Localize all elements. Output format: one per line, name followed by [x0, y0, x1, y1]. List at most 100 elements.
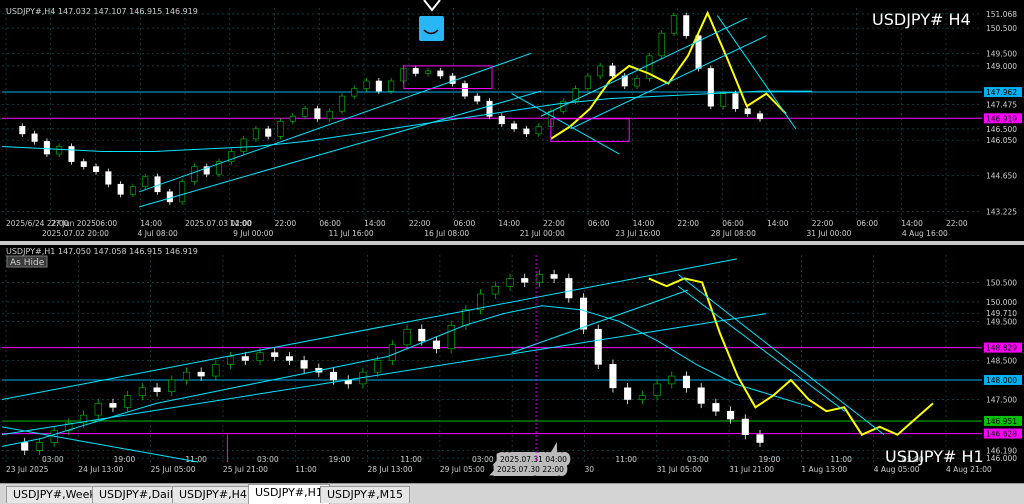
- candle: [609, 364, 617, 389]
- smile-icon[interactable]: [419, 16, 444, 41]
- price-label: 147.475: [986, 100, 1017, 109]
- candle: [93, 166, 100, 172]
- price-label: 143.225: [986, 207, 1017, 216]
- candle: [474, 95, 481, 102]
- x-tick-label: 11 Jul 16:00: [329, 229, 374, 238]
- candle: [511, 123, 518, 130]
- candle: [363, 80, 370, 89]
- candle: [285, 356, 293, 361]
- price-label: 146.050: [986, 136, 1017, 145]
- candle: [117, 183, 124, 195]
- x-tick-label: 11:00: [615, 455, 637, 464]
- x-tick-label: 21 Jul 00:00: [520, 229, 565, 238]
- x-tick-label: 22:00: [409, 219, 431, 228]
- x-tick-label: 03:00: [687, 455, 709, 464]
- candle: [658, 32, 665, 57]
- x-tick-label: 9 Jul 00:00: [233, 229, 273, 238]
- x-tick-label: 11:00: [830, 455, 852, 464]
- candle: [670, 15, 677, 34]
- candle: [535, 126, 542, 135]
- x-marker-label: 2025.07.31 04:00: [500, 455, 567, 464]
- candle: [609, 65, 616, 77]
- x-tick-label: 03:00: [472, 455, 494, 464]
- candle: [720, 93, 727, 107]
- x-tick-label: 22:00: [275, 219, 297, 228]
- x-tick-label: 1 Aug 13:00: [801, 465, 847, 474]
- price-label: 148.500: [986, 356, 1017, 365]
- candle: [584, 75, 591, 89]
- candle: [756, 113, 764, 120]
- x-tick-label: 06:00: [722, 219, 744, 228]
- x-tick-label: 23 Jul 2025: [6, 465, 49, 474]
- candle: [109, 403, 117, 408]
- x-tick-label: 03:00: [42, 455, 64, 464]
- candle: [579, 297, 588, 330]
- candle: [461, 83, 468, 97]
- candle: [634, 78, 641, 87]
- candle: [153, 387, 161, 392]
- candle: [506, 278, 514, 287]
- x-tick-label: 11:00: [400, 455, 422, 464]
- x-tick-label: 4 Aug 21:00: [946, 465, 992, 474]
- candle: [449, 75, 456, 84]
- candle: [565, 278, 573, 299]
- candle: [94, 403, 102, 416]
- candle: [35, 442, 43, 451]
- candle: [314, 108, 321, 120]
- candle: [653, 383, 661, 396]
- x-tick-label: 06:00: [96, 219, 118, 228]
- x-tick-label: 22:00: [543, 219, 565, 228]
- candle: [68, 146, 75, 162]
- candle: [129, 186, 136, 195]
- x-tick-label: 22:00: [812, 219, 834, 228]
- price-label: 151.068: [986, 10, 1017, 19]
- h4-pane-bg: [0, 0, 1024, 241]
- x-tick-label: 28 Jul 13:00: [368, 465, 413, 474]
- candle: [462, 309, 470, 326]
- tab-h4[interactable]: USDJPY#,H4: [172, 486, 254, 503]
- candle: [31, 133, 38, 142]
- candle: [594, 328, 602, 365]
- x-tick-label: 06:00: [319, 219, 341, 228]
- x-tick-label: 11:00: [185, 455, 207, 464]
- x-marker-label: 2025.07.30 22:00: [497, 465, 564, 474]
- x-tick-label: 06:00: [856, 219, 878, 228]
- price-label: 146.951: [986, 417, 1017, 426]
- candle: [256, 352, 264, 361]
- candle: [550, 274, 558, 279]
- as-hide-label: As Hide: [10, 258, 45, 268]
- tab-h1[interactable]: USDJPY#,H1: [248, 484, 330, 504]
- price-label: 148.829: [986, 344, 1017, 353]
- candle: [732, 93, 739, 110]
- x-tick-label: 14:00: [140, 219, 162, 228]
- candle: [138, 387, 146, 396]
- x-tick-label: 22:00: [677, 219, 699, 228]
- candle: [638, 395, 646, 400]
- candle: [212, 364, 220, 377]
- candle: [682, 375, 691, 389]
- candle: [388, 344, 396, 361]
- candle: [265, 128, 272, 137]
- price-label: 150.500: [986, 278, 1017, 287]
- candle: [535, 274, 543, 283]
- price-label: 150.000: [986, 298, 1017, 307]
- x-tick-label: 27 Jun 2025: [51, 219, 96, 228]
- candle: [388, 80, 395, 92]
- candle: [277, 120, 284, 137]
- candle: [447, 325, 455, 350]
- x-tick-label: 31 Jul 21:00: [729, 465, 774, 474]
- candle: [329, 371, 338, 381]
- candle: [741, 418, 749, 435]
- candle: [418, 328, 426, 342]
- candle: [707, 68, 714, 107]
- x-tick-label: 14:00: [498, 219, 520, 228]
- price-label: 146.628: [986, 430, 1017, 439]
- x-tick-label: 31 Jul 05:00: [657, 465, 702, 474]
- tab-m15[interactable]: USDJPY#,M15: [320, 486, 411, 503]
- candle: [241, 356, 249, 361]
- candle: [521, 278, 529, 283]
- candle: [374, 360, 382, 373]
- price-label: 146.500: [986, 125, 1017, 134]
- x-tick-label: 30: [584, 465, 594, 474]
- candle: [432, 340, 441, 350]
